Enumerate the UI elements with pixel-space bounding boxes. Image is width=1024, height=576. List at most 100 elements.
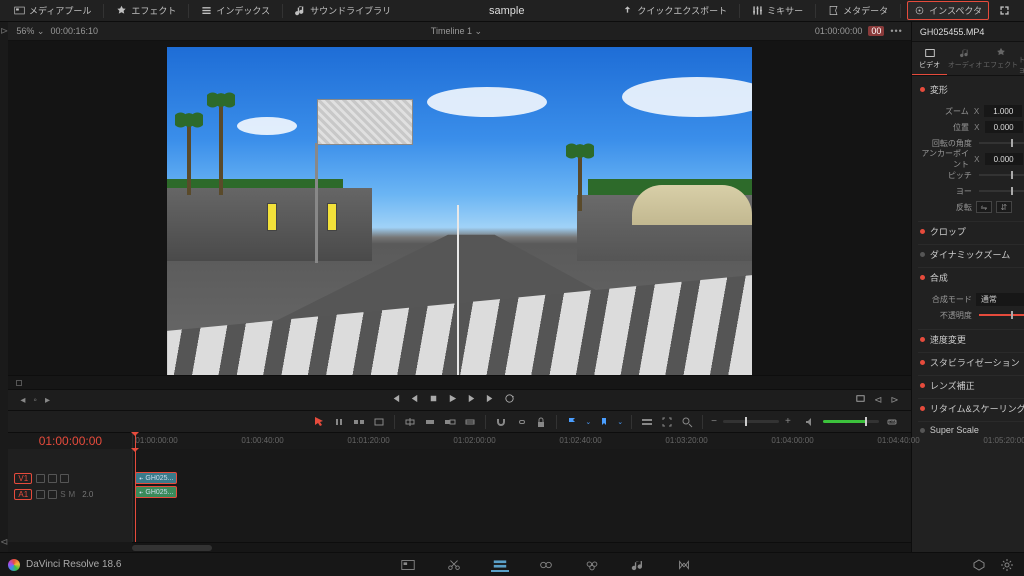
page-fusion[interactable] (537, 558, 555, 572)
trim-tool[interactable] (332, 415, 346, 429)
sound-library-toggle[interactable]: サウンドライブラリ (289, 2, 397, 19)
track-label-a1[interactable]: A1 (14, 489, 32, 500)
section-composite[interactable]: 合成+ (918, 267, 1024, 287)
stop-button[interactable] (428, 393, 439, 407)
media-pool-toggle[interactable]: メディアプール (8, 2, 97, 19)
project-manager-button[interactable] (970, 558, 988, 572)
dim-button[interactable]: DIM (885, 415, 899, 429)
rotation-slider[interactable] (979, 142, 1024, 144)
monitor-volume-slider[interactable] (823, 420, 879, 423)
inspector-tab-transition[interactable]: トランジション (1018, 42, 1024, 75)
page-deliver[interactable] (675, 558, 693, 572)
mute-track-button[interactable]: M (69, 490, 76, 499)
inspector-tab-video[interactable]: ビデオ (912, 42, 948, 75)
last-frame-button[interactable] (485, 393, 496, 407)
prev-marker-button[interactable]: ◂ (20, 395, 25, 406)
lock-track-icon[interactable] (36, 490, 45, 499)
metadata-toggle[interactable]: メタデータ (822, 2, 894, 19)
quick-export-button[interactable]: クイックエクスポート (616, 2, 733, 19)
viewer-canvas[interactable] (8, 41, 910, 375)
disable-track-icon[interactable] (60, 474, 69, 483)
step-back-button[interactable] (409, 393, 420, 407)
yaw-slider[interactable] (979, 190, 1024, 192)
zoom-full-button[interactable] (660, 415, 674, 429)
timeline-zoom-slider[interactable] (723, 420, 779, 423)
viewer-zoom-dropdown[interactable]: 56% ⌄ (16, 26, 44, 37)
page-cut[interactable] (445, 558, 463, 572)
first-frame-button[interactable] (390, 393, 401, 407)
index-toggle[interactable]: インデックス (195, 2, 276, 19)
section-crop[interactable]: クロップ› (918, 221, 1024, 241)
audio-track-header[interactable]: A1 SM2.0 (8, 487, 132, 501)
insert-clip-button[interactable] (403, 415, 417, 429)
opacity-slider[interactable] (979, 314, 1024, 316)
pos-x-field[interactable] (985, 121, 1023, 133)
replace-clip-button[interactable] (443, 415, 457, 429)
effects-toggle[interactable]: エフェクト (110, 2, 182, 19)
play-button[interactable] (447, 393, 458, 407)
solo-button[interactable]: S (60, 490, 65, 499)
anchor-x-field[interactable] (985, 153, 1023, 165)
out-point-icon[interactable]: ⊲ (0, 537, 8, 548)
expand-button[interactable] (993, 3, 1016, 18)
step-forward-button[interactable] (466, 393, 477, 407)
marker-dropdown[interactable] (597, 415, 611, 429)
snap-toggle[interactable] (494, 415, 508, 429)
viewer-options-menu[interactable]: ••• (890, 26, 902, 36)
timeline-tc-display[interactable]: 01:00:00:00 (8, 433, 132, 449)
section-lens[interactable]: レンズ補正› (918, 375, 1024, 395)
inspector-tab-audio[interactable]: オーディオ (947, 42, 983, 75)
position-lock-toggle[interactable] (534, 415, 548, 429)
timeline-scrollbar[interactable] (132, 542, 910, 552)
zoom-out-button[interactable]: − (711, 416, 717, 427)
flag-chevron-icon[interactable]: ⌄ (585, 418, 591, 426)
section-retime[interactable]: リタイム&スケーリング› (918, 398, 1024, 418)
mute-button[interactable] (803, 415, 817, 429)
timeline-ruler[interactable]: 01:00:00:00 01:00:40:00 01:01:20:00 01:0… (132, 433, 910, 449)
lock-track-icon[interactable] (36, 474, 45, 483)
next-marker-button[interactable]: ▸ (45, 395, 50, 406)
link-toggle[interactable] (514, 415, 528, 429)
prev-edit-icon[interactable]: ⊲ (874, 395, 882, 406)
section-transform[interactable]: 変形⌄ (918, 80, 1024, 99)
marker-chevron-icon[interactable]: ⌄ (617, 418, 623, 426)
timeline-track-area[interactable]: GH025... GH025... (132, 449, 910, 542)
zoom-detail-button[interactable] (680, 415, 694, 429)
blade-tool[interactable] (372, 415, 386, 429)
track-label-v1[interactable]: V1 (14, 473, 32, 484)
resolve-logo-icon[interactable] (8, 559, 20, 571)
mixer-toggle[interactable]: ミキサー (746, 2, 809, 19)
next-edit-icon[interactable]: ⊳ (890, 395, 898, 406)
inspector-toggle[interactable]: インスペクタ (907, 1, 989, 20)
page-fairlight[interactable] (629, 558, 647, 572)
timeline-view-options[interactable] (640, 415, 654, 429)
section-stabilize[interactable]: スタビライゼーション› (918, 352, 1024, 372)
video-clip[interactable]: GH025... (135, 472, 177, 484)
page-media[interactable] (399, 558, 417, 572)
pitch-slider[interactable] (979, 174, 1024, 176)
composite-mode-select[interactable]: 通常⌄ (976, 293, 1024, 306)
fit-to-fill-button[interactable] (463, 415, 477, 429)
auto-select-icon[interactable] (48, 490, 57, 499)
viewer-mini-timeline[interactable] (8, 375, 910, 389)
loop-button[interactable] (504, 393, 515, 407)
timeline-name-dropdown[interactable]: Timeline 1 ⌄ (431, 26, 482, 36)
page-edit[interactable] (491, 558, 509, 572)
section-dynamic-zoom[interactable]: ダイナミックズーム› (918, 244, 1024, 264)
auto-select-icon[interactable] (48, 474, 57, 483)
selection-tool[interactable] (312, 415, 326, 429)
marker-dot-icon[interactable]: ◦ (33, 395, 37, 406)
zoom-x-field[interactable] (984, 105, 1022, 117)
inspector-tab-effect[interactable]: エフェクト (983, 42, 1019, 75)
dynamic-trim-tool[interactable] (352, 415, 366, 429)
video-track-header[interactable]: V1 (8, 471, 132, 485)
audio-clip[interactable]: GH025... (135, 486, 177, 498)
match-frame-button[interactable] (855, 393, 866, 407)
flip-h-button[interactable]: ⇋ (976, 201, 992, 213)
overwrite-clip-button[interactable] (423, 415, 437, 429)
section-speed[interactable]: 速度変更› (918, 329, 1024, 349)
flag-dropdown[interactable] (565, 415, 579, 429)
zoom-in-button[interactable]: + (785, 416, 791, 427)
in-point-icon[interactable]: ⊳ (0, 26, 8, 37)
project-settings-button[interactable] (998, 558, 1016, 572)
